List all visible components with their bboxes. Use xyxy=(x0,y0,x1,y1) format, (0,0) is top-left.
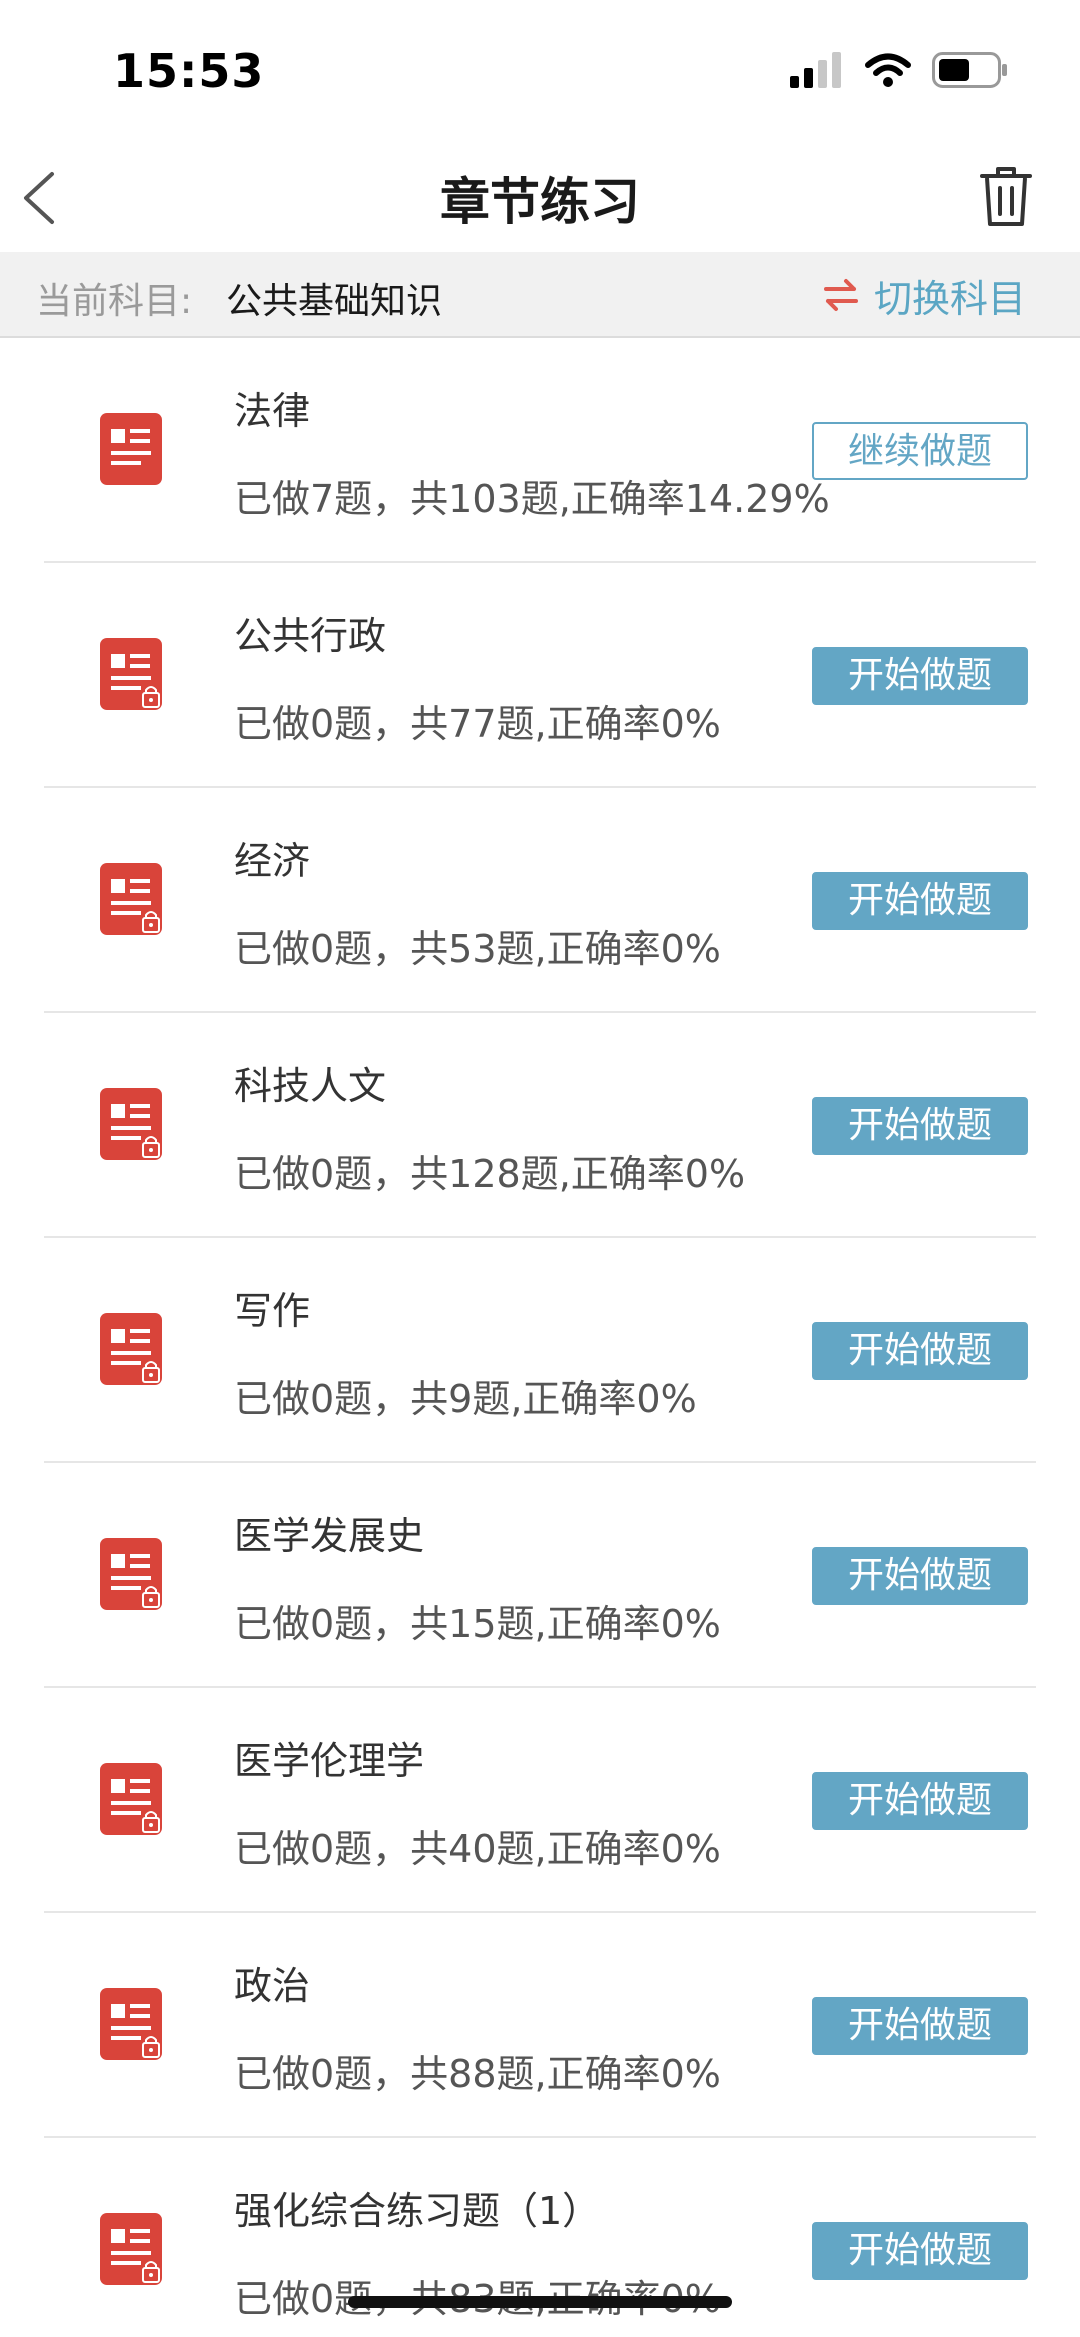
chapter-stats: 已做0题，共53题,正确率0% xyxy=(234,927,721,971)
wifi-icon xyxy=(865,53,911,87)
start-practice-button[interactable]: 开始做题 xyxy=(812,1322,1028,1380)
list-item[interactable]: 公共行政已做0题，共77题,正确率0% 开始做题 xyxy=(0,563,1080,788)
switch-subject-label: 切换科目 xyxy=(873,276,1026,321)
document-lock-icon xyxy=(100,1538,162,1610)
list-item[interactable]: 医学伦理学已做0题，共40题,正确率0% 开始做题 xyxy=(0,1688,1080,1913)
chapter-title: 强化综合练习题（1） xyxy=(234,2189,601,2233)
trash-icon[interactable] xyxy=(978,164,1034,228)
page-title: 章节练习 xyxy=(440,173,640,231)
document-lock-icon xyxy=(100,863,162,935)
list-item[interactable]: 科技人文已做0题，共128题,正确率0% 开始做题 xyxy=(0,1013,1080,1238)
signal-icon xyxy=(790,52,841,88)
list-item[interactable]: 经济已做0题，共53题,正确率0% 开始做题 xyxy=(0,788,1080,1013)
chapter-list: 法律已做7题，共103题,正确率14.29% 继续做题公共行政已做0题，共77题,… xyxy=(0,338,1080,2337)
document-icon xyxy=(100,413,162,485)
continue-practice-button[interactable]: 继续做题 xyxy=(812,422,1028,480)
list-item[interactable]: 医学发展史已做0题，共15题,正确率0% 开始做题 xyxy=(0,1463,1080,1688)
chapter-stats: 已做0题，共77题,正确率0% xyxy=(234,702,721,746)
chapter-title: 写作 xyxy=(234,1289,311,1333)
start-practice-button[interactable]: 开始做题 xyxy=(812,1097,1028,1155)
document-lock-icon xyxy=(100,1988,162,2060)
list-item[interactable]: 法律已做7题，共103题,正确率14.29% 继续做题 xyxy=(0,338,1080,563)
document-lock-icon xyxy=(100,638,162,710)
subject-label: 当前科目: xyxy=(36,281,193,322)
chapter-stats: 已做7题，共103题,正确率14.29% xyxy=(234,477,830,521)
status-time: 15:53 xyxy=(113,44,265,98)
start-practice-button[interactable]: 开始做题 xyxy=(812,2222,1028,2280)
document-lock-icon xyxy=(100,1763,162,1835)
start-practice-button[interactable]: 开始做题 xyxy=(812,1772,1028,1830)
start-practice-button[interactable]: 开始做题 xyxy=(812,1997,1028,2055)
chapter-title: 医学发展史 xyxy=(234,1514,425,1558)
start-practice-button[interactable]: 开始做题 xyxy=(812,1547,1028,1605)
document-lock-icon xyxy=(100,2213,162,2285)
chapter-stats: 已做0题，共128题,正确率0% xyxy=(234,1152,746,1196)
chapter-title: 公共行政 xyxy=(234,614,387,658)
chapter-title: 科技人文 xyxy=(234,1064,387,1108)
list-item[interactable]: 政治已做0题，共88题,正确率0% 开始做题 xyxy=(0,1913,1080,2138)
start-practice-button[interactable]: 开始做题 xyxy=(812,872,1028,930)
chapter-title: 法律 xyxy=(234,389,311,433)
nav-bar: 章节练习 xyxy=(0,140,1080,252)
start-practice-button[interactable]: 开始做题 xyxy=(812,647,1028,705)
subject-bar: 当前科目: 公共基础知识 切换科目 xyxy=(0,252,1080,338)
status-bar: 15:53 xyxy=(0,0,1080,140)
document-lock-icon xyxy=(100,1313,162,1385)
switch-subject-button[interactable]: 切换科目 xyxy=(822,266,1026,324)
chapter-title: 医学伦理学 xyxy=(234,1739,425,1783)
swap-arrows-icon xyxy=(823,279,858,311)
current-subject: 公共基础知识 xyxy=(226,281,443,322)
battery-icon xyxy=(932,52,1007,88)
home-indicator xyxy=(348,2296,732,2308)
document-lock-icon xyxy=(100,1088,162,1160)
list-item[interactable]: 写作已做0题，共9题,正确率0% 开始做题 xyxy=(0,1238,1080,1463)
chapter-stats: 已做0题，共9题,正确率0% xyxy=(234,1377,697,1421)
chapter-title: 政治 xyxy=(234,1964,311,2008)
chapter-stats: 已做0题，共15题,正确率0% xyxy=(234,1602,721,1646)
chapter-title: 经济 xyxy=(234,839,311,883)
chapter-stats: 已做0题，共88题,正确率0% xyxy=(234,2052,721,2096)
chapter-stats: 已做0题，共40题,正确率0% xyxy=(234,1827,721,1871)
